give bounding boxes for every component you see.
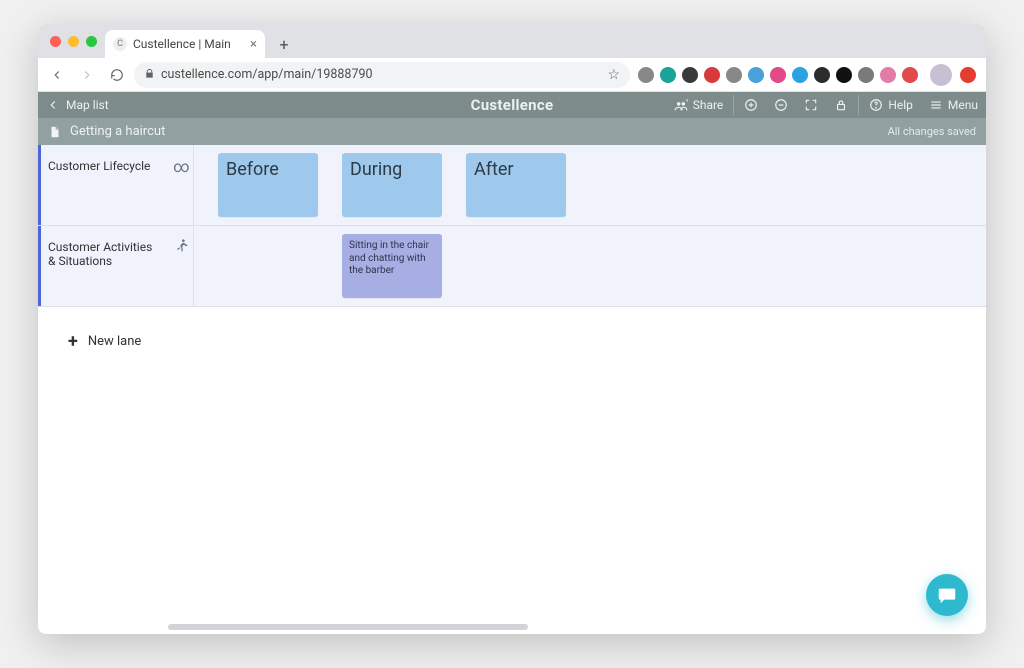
address-bar[interactable]: custellence.com/app/main/19888790 ☆	[134, 62, 630, 88]
save-status: All changes saved	[888, 125, 976, 138]
new-tab-button[interactable]: +	[271, 31, 297, 57]
activity-card[interactable]: Sitting in the chair and chatting with t…	[342, 234, 442, 298]
infinity-icon: ∞	[173, 157, 189, 176]
menu-button[interactable]: Menu	[921, 92, 986, 118]
extension-icon[interactable]	[704, 67, 720, 83]
map-canvas[interactable]: Customer Lifecycle ∞ Before During After…	[38, 145, 986, 634]
divider	[858, 95, 859, 115]
lane-lifecycle: Customer Lifecycle ∞ Before During After	[38, 145, 986, 226]
new-lane-button[interactable]: + New lane	[38, 307, 986, 352]
help-button[interactable]: Help	[861, 92, 921, 118]
extension-icon[interactable]	[638, 67, 654, 83]
plus-icon: +	[68, 331, 78, 352]
lock-icon	[144, 68, 155, 82]
tab-title: Custellence | Main	[133, 37, 244, 51]
support-chat-button[interactable]	[926, 574, 968, 616]
lane-activities: Customer Activities & Situations Sitting…	[38, 226, 986, 307]
extension-icon[interactable]	[858, 67, 874, 83]
extension-icon[interactable]	[902, 67, 918, 83]
document-title[interactable]: Getting a haircut	[70, 124, 165, 139]
lane-cards[interactable]: Sitting in the chair and chatting with t…	[194, 226, 986, 306]
lane-accent	[38, 226, 41, 306]
extension-icons	[634, 67, 922, 83]
back-label: Map list	[66, 98, 109, 112]
svg-text:+: +	[685, 98, 687, 104]
new-lane-label: New lane	[88, 334, 141, 349]
phase-card-before[interactable]: Before	[218, 153, 318, 217]
extension-icon[interactable]	[792, 67, 808, 83]
back-to-map-list[interactable]: Map list	[38, 98, 109, 112]
chat-bubble-icon	[936, 584, 958, 606]
minus-circle-icon	[774, 98, 788, 112]
extension-icon[interactable]	[836, 67, 852, 83]
phase-card-during[interactable]: During	[342, 153, 442, 217]
lock-button[interactable]	[826, 92, 856, 118]
window-maximize-button[interactable]	[86, 36, 97, 47]
document-icon	[48, 125, 62, 139]
bookmark-star-icon[interactable]: ☆	[607, 67, 620, 83]
window-traffic-lights	[46, 24, 105, 58]
plus-circle-icon	[744, 98, 758, 112]
extension-icon[interactable]	[660, 67, 676, 83]
phase-card-after[interactable]: After	[466, 153, 566, 217]
share-button[interactable]: + Share	[666, 92, 732, 118]
lane-cards[interactable]: Before During After	[194, 145, 986, 225]
back-arrow-icon	[46, 98, 60, 112]
nav-reload-button[interactable]	[104, 62, 130, 88]
lane-label: Customer Activities & Situations	[48, 240, 152, 268]
lane-label-cell[interactable]: Customer Activities & Situations	[38, 226, 170, 306]
lane-accent	[38, 145, 41, 225]
help-circle-icon	[869, 98, 883, 112]
runner-icon	[174, 238, 190, 258]
nav-forward-button[interactable]	[74, 62, 100, 88]
window-close-button[interactable]	[50, 36, 61, 47]
lane-icon-cell: ∞	[170, 145, 194, 225]
zoom-out-button[interactable]	[766, 92, 796, 118]
extension-icon[interactable]	[960, 67, 976, 83]
app-header: Map list Custellence + Share	[38, 92, 986, 118]
lane-label-cell[interactable]: Customer Lifecycle	[38, 145, 170, 225]
zoom-in-button[interactable]	[736, 92, 766, 118]
extension-icon[interactable]	[726, 67, 742, 83]
nav-back-button[interactable]	[44, 62, 70, 88]
hamburger-icon	[929, 98, 943, 112]
extension-icon[interactable]	[814, 67, 830, 83]
document-bar: Getting a haircut All changes saved	[38, 118, 986, 145]
lane-icon-cell	[170, 226, 194, 306]
browser-window: C Custellence | Main × + custellence.com…	[38, 24, 986, 634]
share-icon: +	[674, 98, 688, 112]
url-text: custellence.com/app/main/19888790	[161, 67, 373, 82]
lane-label: Customer Lifecycle	[48, 159, 150, 173]
horizontal-scrollbar[interactable]	[168, 624, 528, 630]
extension-icon[interactable]	[880, 67, 896, 83]
extension-icon[interactable]	[748, 67, 764, 83]
profile-avatar-button[interactable]	[930, 64, 952, 86]
browser-toolbar: custellence.com/app/main/19888790 ☆	[38, 58, 986, 92]
window-minimize-button[interactable]	[68, 36, 79, 47]
divider	[733, 95, 734, 115]
extension-icon[interactable]	[770, 67, 786, 83]
tab-favicon: C	[113, 37, 127, 51]
browser-tabstrip: C Custellence | Main × +	[38, 24, 986, 58]
fullscreen-button[interactable]	[796, 92, 826, 118]
browser-tab[interactable]: C Custellence | Main ×	[105, 30, 265, 58]
tab-close-icon[interactable]: ×	[250, 37, 257, 52]
lock-icon	[834, 98, 848, 112]
extension-icon[interactable]	[682, 67, 698, 83]
fullscreen-icon	[804, 98, 818, 112]
